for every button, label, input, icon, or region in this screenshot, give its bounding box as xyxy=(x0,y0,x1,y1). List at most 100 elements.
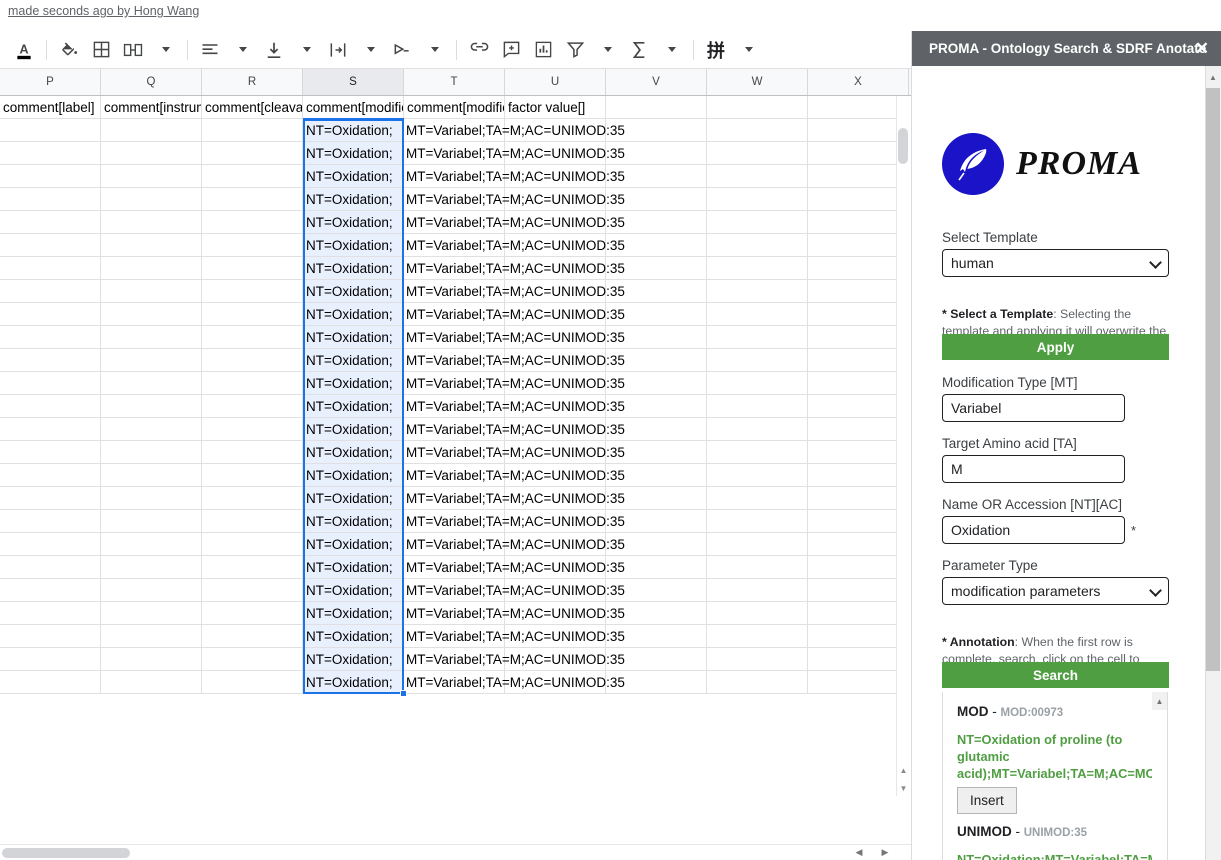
cell-Q7[interactable] xyxy=(101,234,202,257)
cell-S13[interactable]: NT=Oxidation;MT=Variabel;TA=M;AC=UNIMOD:… xyxy=(303,372,404,395)
cell-T5[interactable] xyxy=(404,188,505,211)
cell-U23[interactable] xyxy=(505,602,606,625)
cell-U9[interactable] xyxy=(505,280,606,303)
cell-V1[interactable] xyxy=(606,96,707,119)
cell-U17[interactable] xyxy=(505,464,606,487)
cell-X23[interactable] xyxy=(808,602,909,625)
spreadsheet-grid[interactable]: PQRSTUVWX comment[label]comment[instrume… xyxy=(0,69,911,860)
scroll-right-icon[interactable]: ▶ xyxy=(875,844,895,860)
panel-scroll-up-icon[interactable]: ▲ xyxy=(1206,69,1220,85)
cell-U8[interactable] xyxy=(505,257,606,280)
text-wrapping-dropdown-icon[interactable] xyxy=(356,35,384,65)
merge-cells-dropdown-icon[interactable] xyxy=(151,35,179,65)
cell-U6[interactable] xyxy=(505,211,606,234)
cell-V19[interactable] xyxy=(606,510,707,533)
insert-comment-icon[interactable] xyxy=(497,35,525,65)
input-tools-icon[interactable]: 拼 xyxy=(702,35,730,65)
cell-T26[interactable] xyxy=(404,671,505,694)
column-header-t[interactable]: T xyxy=(404,69,505,95)
cell-W9[interactable] xyxy=(707,280,808,303)
cell-W18[interactable] xyxy=(707,487,808,510)
cell-R16[interactable] xyxy=(202,441,303,464)
cell-T21[interactable] xyxy=(404,556,505,579)
borders-icon[interactable] xyxy=(87,35,115,65)
cell-X22[interactable] xyxy=(808,579,909,602)
cell-Q14[interactable] xyxy=(101,395,202,418)
apply-button[interactable]: Apply xyxy=(942,334,1169,360)
cell-U12[interactable] xyxy=(505,349,606,372)
scroll-down-icon[interactable]: ▼ xyxy=(897,780,910,796)
cell-R11[interactable] xyxy=(202,326,303,349)
cell-V5[interactable] xyxy=(606,188,707,211)
cell-W10[interactable] xyxy=(707,303,808,326)
cell-P3[interactable] xyxy=(0,142,101,165)
cell-W12[interactable] xyxy=(707,349,808,372)
cell-P18[interactable] xyxy=(0,487,101,510)
cell-T12[interactable] xyxy=(404,349,505,372)
column-header-p[interactable]: P xyxy=(0,69,101,95)
fill-color-icon[interactable] xyxy=(55,35,83,65)
cell-R6[interactable] xyxy=(202,211,303,234)
cell-W8[interactable] xyxy=(707,257,808,280)
table-row[interactable]: NT=Oxidation;MT=Variabel;TA=M;AC=UNIMOD:… xyxy=(0,188,909,211)
cell-V12[interactable] xyxy=(606,349,707,372)
cell-X15[interactable] xyxy=(808,418,909,441)
cell-X7[interactable] xyxy=(808,234,909,257)
cell-T22[interactable] xyxy=(404,579,505,602)
cell-P9[interactable] xyxy=(0,280,101,303)
panel-scrollbar[interactable]: ▲ xyxy=(1205,66,1221,860)
cell-T24[interactable] xyxy=(404,625,505,648)
table-row[interactable]: NT=Oxidation;MT=Variabel;TA=M;AC=UNIMOD:… xyxy=(0,464,909,487)
cell-Q16[interactable] xyxy=(101,441,202,464)
cell-S21[interactable]: NT=Oxidation;MT=Variabel;TA=M;AC=UNIMOD:… xyxy=(303,556,404,579)
modification-type-input[interactable] xyxy=(942,394,1125,422)
cell-W3[interactable] xyxy=(707,142,808,165)
cell-S14[interactable]: NT=Oxidation;MT=Variabel;TA=M;AC=UNIMOD:… xyxy=(303,395,404,418)
cell-R13[interactable] xyxy=(202,372,303,395)
cell-R15[interactable] xyxy=(202,418,303,441)
cell-R4[interactable] xyxy=(202,165,303,188)
cell-P25[interactable] xyxy=(0,648,101,671)
cell-Q26[interactable] xyxy=(101,671,202,694)
table-row[interactable]: NT=Oxidation;MT=Variabel;TA=M;AC=UNIMOD:… xyxy=(0,165,909,188)
vertical-scrollbar[interactable]: ▲ ▼ xyxy=(896,96,911,796)
cell-W11[interactable] xyxy=(707,326,808,349)
cell-R8[interactable] xyxy=(202,257,303,280)
cell-S11[interactable]: NT=Oxidation;MT=Variabel;TA=M;AC=UNIMOD:… xyxy=(303,326,404,349)
cell-S20[interactable]: NT=Oxidation;MT=Variabel;TA=M;AC=UNIMOD:… xyxy=(303,533,404,556)
table-row[interactable]: NT=Oxidation;MT=Variabel;TA=M;AC=UNIMOD:… xyxy=(0,326,909,349)
cell-W22[interactable] xyxy=(707,579,808,602)
cell-V10[interactable] xyxy=(606,303,707,326)
table-row[interactable]: NT=Oxidation;MT=Variabel;TA=M;AC=UNIMOD:… xyxy=(0,510,909,533)
cell-V26[interactable] xyxy=(606,671,707,694)
cell-T11[interactable] xyxy=(404,326,505,349)
cell-W25[interactable] xyxy=(707,648,808,671)
cell-W16[interactable] xyxy=(707,441,808,464)
cell-Q20[interactable] xyxy=(101,533,202,556)
cell-Q5[interactable] xyxy=(101,188,202,211)
cell-Q24[interactable] xyxy=(101,625,202,648)
search-button[interactable]: Search xyxy=(942,662,1169,688)
column-header-q[interactable]: Q xyxy=(101,69,202,95)
cell-W5[interactable] xyxy=(707,188,808,211)
cell-V16[interactable] xyxy=(606,441,707,464)
cell-U20[interactable] xyxy=(505,533,606,556)
cell-S3[interactable]: NT=Oxidation;MT=Variabel;TA=M;AC=UNIMOD:… xyxy=(303,142,404,165)
cell-T3[interactable] xyxy=(404,142,505,165)
cell-V3[interactable] xyxy=(606,142,707,165)
cell-R5[interactable] xyxy=(202,188,303,211)
cell-Q15[interactable] xyxy=(101,418,202,441)
cell-R7[interactable] xyxy=(202,234,303,257)
close-icon[interactable]: ✕ xyxy=(1195,31,1209,66)
cell-R21[interactable] xyxy=(202,556,303,579)
cell-P16[interactable] xyxy=(0,441,101,464)
name-or-accession-input[interactable] xyxy=(942,516,1125,544)
cell-W15[interactable] xyxy=(707,418,808,441)
table-row[interactable]: NT=Oxidation;MT=Variabel;TA=M;AC=UNIMOD:… xyxy=(0,487,909,510)
cell-S5[interactable]: NT=Oxidation;MT=Variabel;TA=M;AC=UNIMOD:… xyxy=(303,188,404,211)
cell-W17[interactable] xyxy=(707,464,808,487)
cell-P17[interactable] xyxy=(0,464,101,487)
results-scroll-up-icon[interactable]: ▲ xyxy=(1152,694,1167,708)
cell-S17[interactable]: NT=Oxidation;MT=Variabel;TA=M;AC=UNIMOD:… xyxy=(303,464,404,487)
table-row[interactable]: NT=Oxidation;MT=Variabel;TA=M;AC=UNIMOD:… xyxy=(0,556,909,579)
